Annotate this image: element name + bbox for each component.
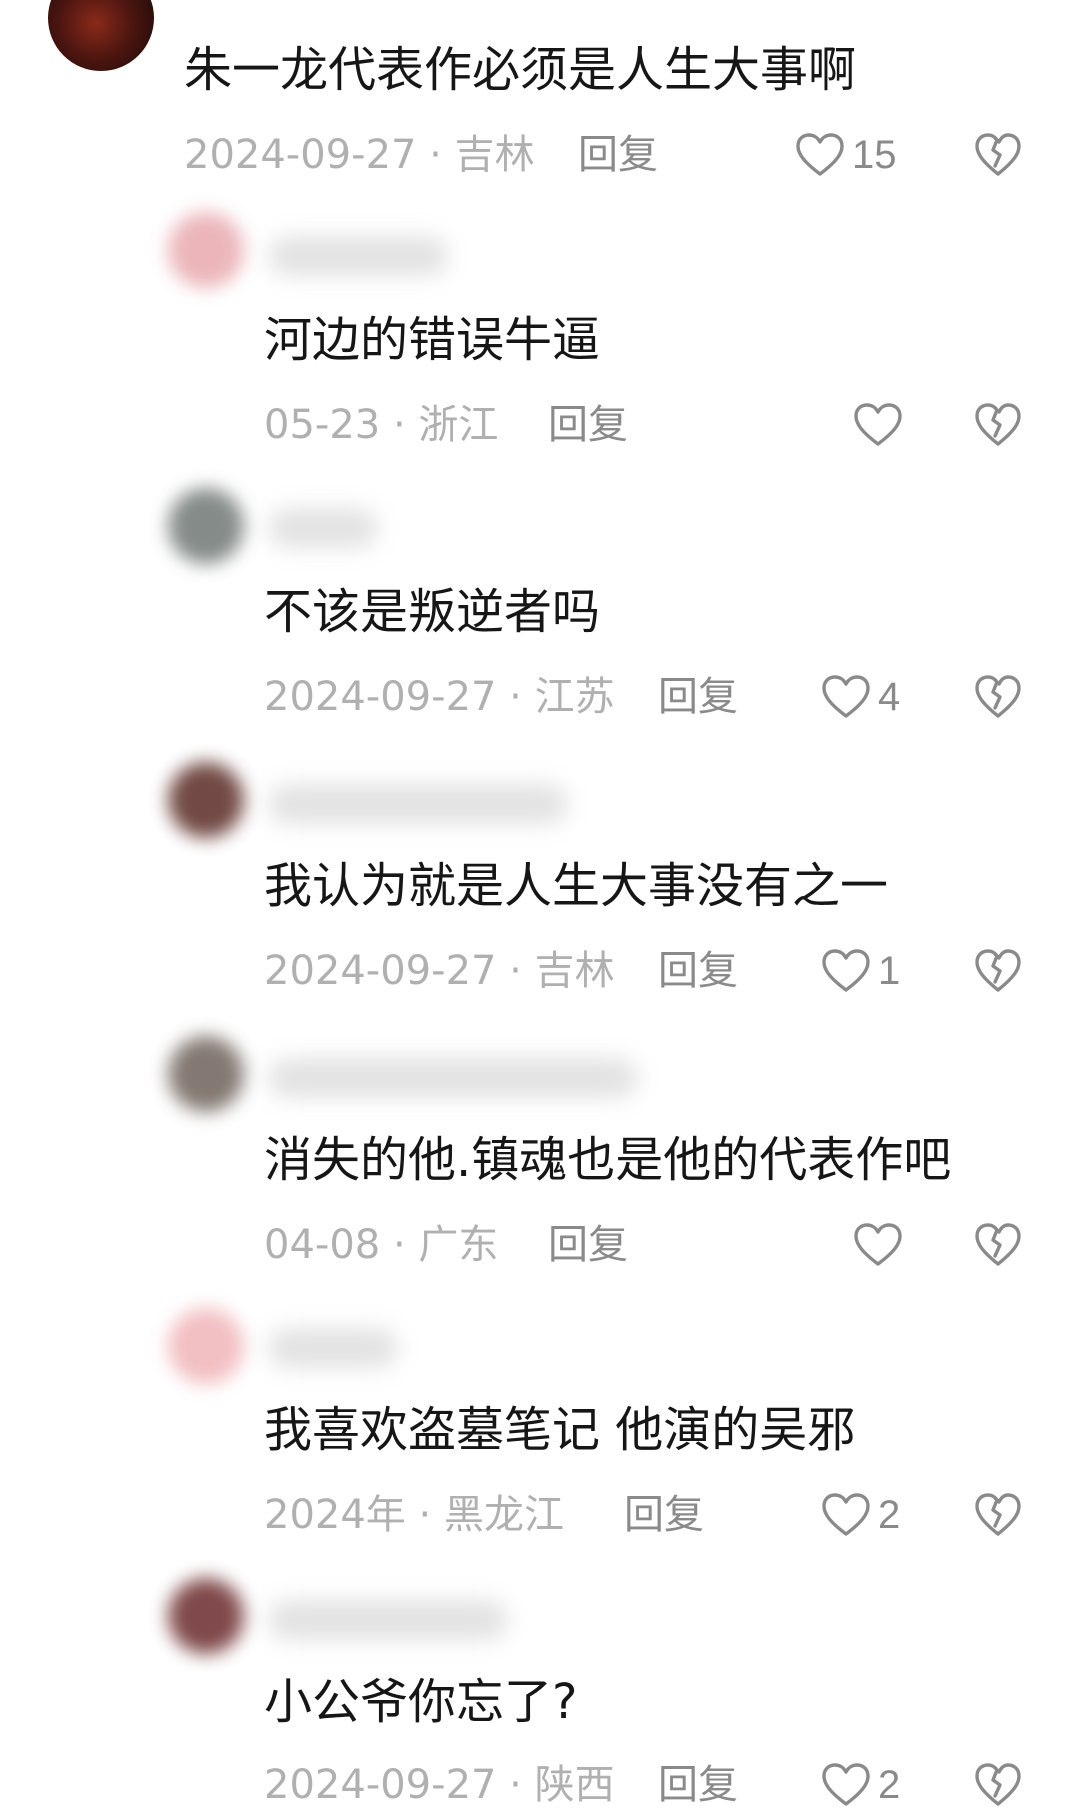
meta-separator: · — [380, 1222, 419, 1268]
meta-separator: · — [405, 1492, 444, 1538]
like-count: 15 — [852, 133, 897, 177]
broken-heart-icon — [975, 1223, 1021, 1266]
like-count: 1 — [878, 949, 901, 993]
like-button[interactable] — [854, 1220, 910, 1270]
username-blurred — [268, 236, 448, 276]
like-count: 2 — [878, 1763, 901, 1807]
broken-heart-icon — [975, 1493, 1021, 1536]
reply-button[interactable]: 回复 — [548, 1220, 628, 1270]
username-blurred — [268, 784, 568, 824]
reply-button[interactable]: 回复 — [578, 130, 658, 180]
broken-heart-icon — [975, 949, 1021, 992]
like-button[interactable]: 2 — [822, 1490, 900, 1540]
heart-outline-icon — [822, 949, 870, 992]
avatar[interactable] — [168, 762, 244, 838]
broken-heart-icon — [975, 675, 1021, 718]
avatar[interactable] — [168, 1036, 244, 1112]
comment-location: 广东 — [418, 1222, 499, 1268]
avatar[interactable] — [168, 212, 244, 288]
heart-outline-icon — [796, 133, 844, 176]
comment-meta: 2024-09-27 · 陕西 — [264, 1760, 615, 1810]
reply-button[interactable]: 回复 — [548, 400, 628, 450]
comment-location: 江苏 — [534, 674, 615, 720]
dislike-button[interactable] — [974, 1490, 1022, 1540]
meta-separator: · — [496, 674, 535, 720]
like-button[interactable]: 1 — [822, 946, 900, 996]
heart-outline-icon — [822, 675, 870, 718]
avatar[interactable] — [168, 1578, 244, 1654]
comment-date: 2024-09-27 — [264, 948, 497, 994]
meta-separator: · — [380, 402, 419, 448]
heart-outline-icon — [854, 1223, 902, 1266]
comment-date: 2024-09-27 — [264, 674, 497, 720]
comment-text: 消失的他.镇魂也是他的代表作吧 — [264, 1132, 952, 1188]
comment-date: 04-08 — [264, 1222, 381, 1268]
comment-location: 吉林 — [534, 948, 615, 994]
username-blurred — [268, 508, 378, 548]
heart-outline-icon — [822, 1493, 870, 1536]
like-button[interactable]: 2 — [822, 1760, 900, 1810]
comment-meta: 2024-09-27 · 吉林 — [184, 130, 535, 180]
comment-text: 小公爷你忘了? — [264, 1674, 578, 1730]
comment-meta: 2024-09-27 · 江苏 — [264, 672, 615, 722]
like-count: 2 — [878, 1493, 901, 1537]
comment-text: 河边的错误牛逼 — [264, 312, 601, 368]
broken-heart-icon — [975, 133, 1021, 176]
comment-meta: 2024年 · 黑龙江 — [264, 1490, 564, 1540]
meta-separator: · — [496, 948, 535, 994]
dislike-button[interactable] — [974, 400, 1022, 450]
dislike-button[interactable] — [974, 946, 1022, 996]
meta-separator: · — [496, 1762, 535, 1808]
comment-date: 05-23 — [264, 402, 381, 448]
dislike-button[interactable] — [974, 672, 1022, 722]
comment-location: 黑龙江 — [443, 1492, 564, 1538]
broken-heart-icon — [975, 1763, 1021, 1806]
avatar[interactable] — [48, 0, 154, 71]
avatar[interactable] — [168, 1308, 244, 1384]
dislike-button[interactable] — [974, 1760, 1022, 1810]
comment-text: 朱一龙代表作必须是人生大事啊 — [184, 42, 857, 98]
comment-location: 吉林 — [454, 132, 535, 178]
comment-meta: 04-08 · 广东 — [264, 1220, 498, 1270]
comment-date: 2024-09-27 — [264, 1762, 497, 1808]
reply-button[interactable]: 回复 — [624, 1490, 704, 1540]
broken-heart-icon — [975, 403, 1021, 446]
reply-button[interactable]: 回复 — [658, 946, 738, 996]
avatar[interactable] — [168, 488, 244, 564]
comment-meta: 2024-09-27 · 吉林 — [264, 946, 615, 996]
like-button[interactable]: 4 — [822, 672, 900, 722]
username-blurred — [268, 1328, 398, 1368]
like-button[interactable] — [854, 400, 910, 450]
reply-button[interactable]: 回复 — [658, 672, 738, 722]
dislike-button[interactable] — [974, 1220, 1022, 1270]
comment-meta: 05-23 · 浙江 — [264, 400, 498, 450]
comment-date: 2024年 — [264, 1492, 406, 1538]
comment-text: 我认为就是人生大事没有之一 — [264, 858, 889, 914]
reply-button[interactable]: 回复 — [658, 1760, 738, 1810]
comment-location: 陕西 — [534, 1762, 615, 1808]
heart-outline-icon — [854, 403, 902, 446]
username-blurred — [268, 1058, 638, 1098]
like-count: 4 — [878, 675, 901, 719]
heart-outline-icon — [822, 1763, 870, 1806]
username-blurred — [268, 1600, 508, 1640]
dislike-button[interactable] — [974, 130, 1022, 180]
comment-text: 我喜欢盗墓笔记 他演的吴邪 — [264, 1402, 856, 1458]
meta-separator: · — [416, 132, 455, 178]
comment-text: 不该是叛逆者吗 — [264, 584, 601, 640]
like-button[interactable]: 15 — [796, 130, 897, 180]
comment-location: 浙江 — [418, 402, 499, 448]
comment-date: 2024-09-27 — [184, 132, 417, 178]
